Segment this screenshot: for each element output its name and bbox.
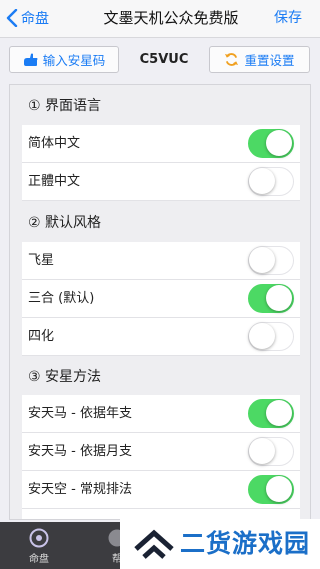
toggle-knob [249,168,275,194]
star-code: C5VUC [139,52,189,67]
back-button[interactable]: 命盘 [6,0,49,36]
chevron-left-icon [6,9,18,27]
list-item: 安天马 - 依据年支 [22,395,300,433]
refresh-icon [225,53,239,66]
list-item: 正體中文 [22,163,300,201]
row-label: 正體中文 [28,174,81,189]
toggle-switch[interactable] [248,167,294,196]
toggle-switch[interactable] [248,437,294,466]
navigation-bar: 命盘 文墨天机公众免费版 保存 [0,0,320,38]
row-label: 安天马 - 依据月支 [28,444,132,459]
tab-label: 命盘 [29,554,49,565]
toggle-switch[interactable] [248,284,294,313]
disc-icon [29,528,49,548]
toggle-knob [249,323,275,349]
section-header-language: ① 界面语言 [28,98,102,114]
toggle-knob [249,438,275,464]
watermark-text: 二货游戏园 [180,529,311,558]
save-button[interactable]: 保存 [274,0,302,36]
back-label: 命盘 [21,11,49,27]
watermark: 二货游戏园 [120,519,320,569]
toggle-knob [266,130,292,156]
row-label: 四化 [28,329,55,344]
reset-settings-label: 重置设置 [244,53,295,68]
toggle-knob [266,285,292,311]
row-label: 安天空 - 常规排法 [28,482,132,497]
row-label: 三合 (默认) [28,291,95,306]
list-item: 三合 (默认) [22,280,300,318]
list-item: 安天马 - 依据月支 [22,433,300,471]
toggle-knob [266,476,292,502]
toggle-switch[interactable] [248,475,294,504]
list-item: 四化 [22,318,300,356]
toggle-knob [266,400,292,426]
list-item: 飞星 [22,242,300,280]
tab-chart[interactable]: 命盘 [10,522,68,569]
row-label: 简体中文 [28,136,81,151]
input-star-code-button[interactable]: 输入安星码 [9,46,119,73]
row-label: 飞星 [28,253,55,268]
toggle-switch[interactable] [248,129,294,158]
toggle-knob [249,247,275,273]
toggle-switch[interactable] [248,322,294,351]
reset-settings-button[interactable]: 重置设置 [209,46,310,73]
toolbar: 输入安星码 C5VUC 重置设置 [0,38,320,82]
toggle-switch[interactable] [248,399,294,428]
page-title: 文墨天机公众免费版 [103,9,239,27]
input-star-code-label: 输入安星码 [42,53,106,68]
watermark-logo-icon [134,529,174,559]
list-item: 简体中文 [22,125,300,163]
hand-icon [23,53,38,66]
section-header-style: ② 默认风格 [28,215,102,231]
settings-panel: ① 界面语言 简体中文 正體中文 ② 默认风格 飞星 三合 (默认) 四化 ③ … [9,84,311,520]
toggle-switch[interactable] [248,246,294,275]
section-header-star-method: ③ 安星方法 [28,369,102,385]
row-label: 安天马 - 依据年支 [28,406,132,421]
list-item: 安天空 - 常规排法 [22,471,300,509]
